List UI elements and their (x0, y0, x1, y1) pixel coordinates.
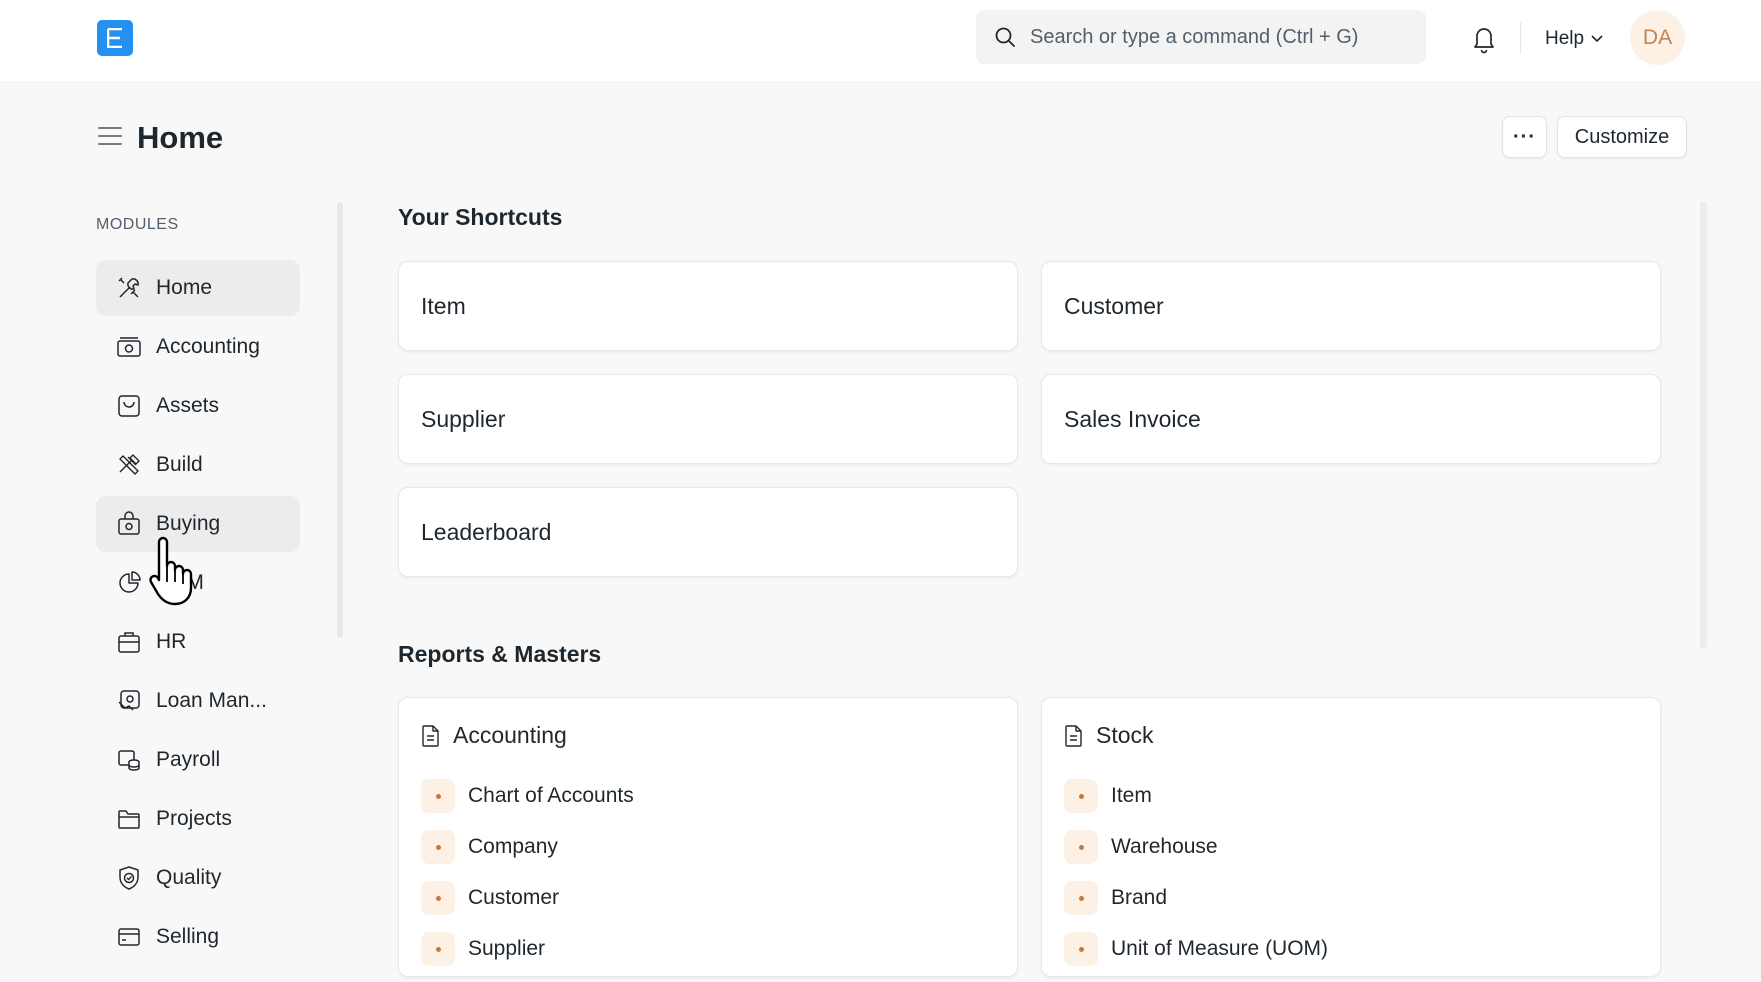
tools-icon (118, 277, 139, 298)
sidebar-item-label: Accounting (156, 335, 260, 358)
navbar-divider (1520, 22, 1521, 54)
assets-icon (118, 395, 140, 417)
buying-icon (118, 511, 140, 535)
bullet-icon (1064, 932, 1098, 966)
card-header: Accounting (421, 722, 567, 749)
bullet-icon (1064, 881, 1098, 915)
sidebar-item-label: Buying (156, 512, 221, 535)
sidebar-item-quality[interactable]: Quality (96, 850, 300, 906)
payroll-icon (118, 750, 140, 771)
sidebar-item-label: Loan Man... (156, 689, 267, 712)
help-label: Help (1545, 28, 1585, 49)
hand-pointer-cursor-icon (148, 536, 194, 608)
sidebar-item-label: Selling (156, 925, 220, 948)
sidebar-items: Home Accounting Assets Build Buying HR L… (96, 260, 300, 968)
customize-button[interactable]: Customize (1557, 116, 1687, 158)
sidebar-item-selling[interactable]: Selling (96, 909, 300, 965)
card-link-label: Warehouse (1111, 835, 1218, 858)
sidebar-item-crm[interactable]: CRM (96, 555, 300, 611)
report-card-accounting: Accounting Chart of Accounts Company Cus… (398, 697, 1018, 977)
sidebar-item-loan-management[interactable]: Loan Man... (96, 673, 300, 729)
sidebar-item-label: HR (156, 630, 187, 653)
reports-title: Reports & Masters (398, 641, 602, 667)
sidebar-item-label: Quality (156, 866, 222, 889)
logo-e-icon (107, 28, 122, 48)
money-icon (117, 337, 141, 357)
shortcut-leaderboard[interactable]: Leaderboard (398, 487, 1018, 577)
app-logo[interactable] (97, 20, 133, 56)
loan-icon (118, 690, 140, 711)
bullet-icon (421, 932, 455, 966)
card-link-label: Chart of Accounts (468, 784, 634, 807)
shortcut-item[interactable]: Item (398, 261, 1018, 351)
user-avatar[interactable]: DA (1630, 10, 1685, 65)
hr-icon (118, 632, 140, 653)
card-links: Item Warehouse Brand Unit of Measure (UO… (1064, 778, 1328, 982)
help-dropdown[interactable]: Help (1545, 24, 1603, 54)
shortcut-supplier[interactable]: Supplier (398, 374, 1018, 464)
document-icon (422, 724, 439, 747)
search-bar[interactable] (976, 10, 1426, 64)
card-link-uom[interactable]: Unit of Measure (UOM) (1064, 931, 1328, 967)
card-link-label: Item (1111, 784, 1152, 807)
card-link-label: Brand (1111, 886, 1168, 909)
sidebar-item-label: Assets (156, 394, 220, 417)
card-link-company[interactable]: Company (421, 829, 634, 865)
crm-icon (119, 571, 141, 593)
card-links: Chart of Accounts Company Customer Suppl… (421, 778, 634, 982)
sidebar-item-payroll[interactable]: Payroll (96, 732, 300, 788)
card-header: Stock (1064, 722, 1154, 749)
shortcut-sales-invoice[interactable]: Sales Invoice (1041, 374, 1661, 464)
bullet-icon (421, 830, 455, 864)
card-link-chart-of-accounts[interactable]: Chart of Accounts (421, 778, 634, 814)
card-title: Stock (1096, 722, 1154, 748)
sidebar-heading: MODULES (96, 216, 179, 233)
selling-icon (118, 928, 140, 946)
sidebar-item-projects[interactable]: Projects (96, 791, 300, 847)
bullet-icon (421, 881, 455, 915)
document-icon (1065, 724, 1082, 747)
card-link-supplier[interactable]: Supplier (421, 931, 634, 967)
avatar-initials: DA (1642, 25, 1673, 49)
sidebar-item-assets[interactable]: Assets (96, 378, 300, 434)
sidebar-item-home[interactable]: Home (96, 260, 300, 316)
card-link-warehouse[interactable]: Warehouse (1064, 829, 1328, 865)
sidebar-item-label: Build (156, 453, 203, 476)
card-link-label: Company (468, 835, 558, 858)
report-card-stock: Stock Item Warehouse Brand Unit of Measu… (1041, 697, 1661, 977)
bullet-icon (1064, 830, 1098, 864)
card-link-label: Unit of Measure (UOM) (1111, 937, 1329, 960)
card-link-label: Customer (468, 886, 560, 909)
card-link-customer[interactable]: Customer (421, 880, 634, 916)
search-input[interactable] (1028, 24, 1412, 50)
sidebar-item-accounting[interactable]: Accounting (96, 319, 300, 375)
sidebar-toggle-icon[interactable] (98, 126, 122, 146)
main-scrollbar[interactable] (1700, 202, 1707, 648)
sidebar-item-label: Projects (156, 807, 232, 830)
sidebar-item-buying[interactable]: Buying (96, 496, 300, 552)
shortcuts-title: Your Shortcuts (398, 204, 563, 230)
card-link-item[interactable]: Item (1064, 778, 1328, 814)
sidebar-item-label: Payroll (156, 748, 221, 771)
shortcut-customer[interactable]: Customer (1041, 261, 1661, 351)
sidebar-item-hr[interactable]: HR (96, 614, 300, 670)
notification-bell-icon[interactable] (1470, 24, 1498, 54)
bullet-icon (1064, 779, 1098, 813)
search-icon (995, 27, 1015, 47)
folder-icon (118, 810, 140, 829)
sidebar-item-label: Home (156, 276, 213, 299)
build-icon (119, 454, 140, 475)
sidebar-scrollbar[interactable] (337, 202, 343, 638)
bullet-icon (421, 779, 455, 813)
chevron-down-icon (1591, 35, 1603, 43)
card-link-label: Supplier (468, 937, 546, 960)
more-actions-button[interactable]: ··· (1502, 116, 1547, 158)
card-link-brand[interactable]: Brand (1064, 880, 1328, 916)
card-title: Accounting (453, 722, 567, 748)
sidebar-item-build[interactable]: Build (96, 437, 300, 493)
page-title: Home (137, 120, 224, 155)
quality-icon (119, 866, 139, 890)
top-navbar: Help DA (0, 0, 1761, 83)
